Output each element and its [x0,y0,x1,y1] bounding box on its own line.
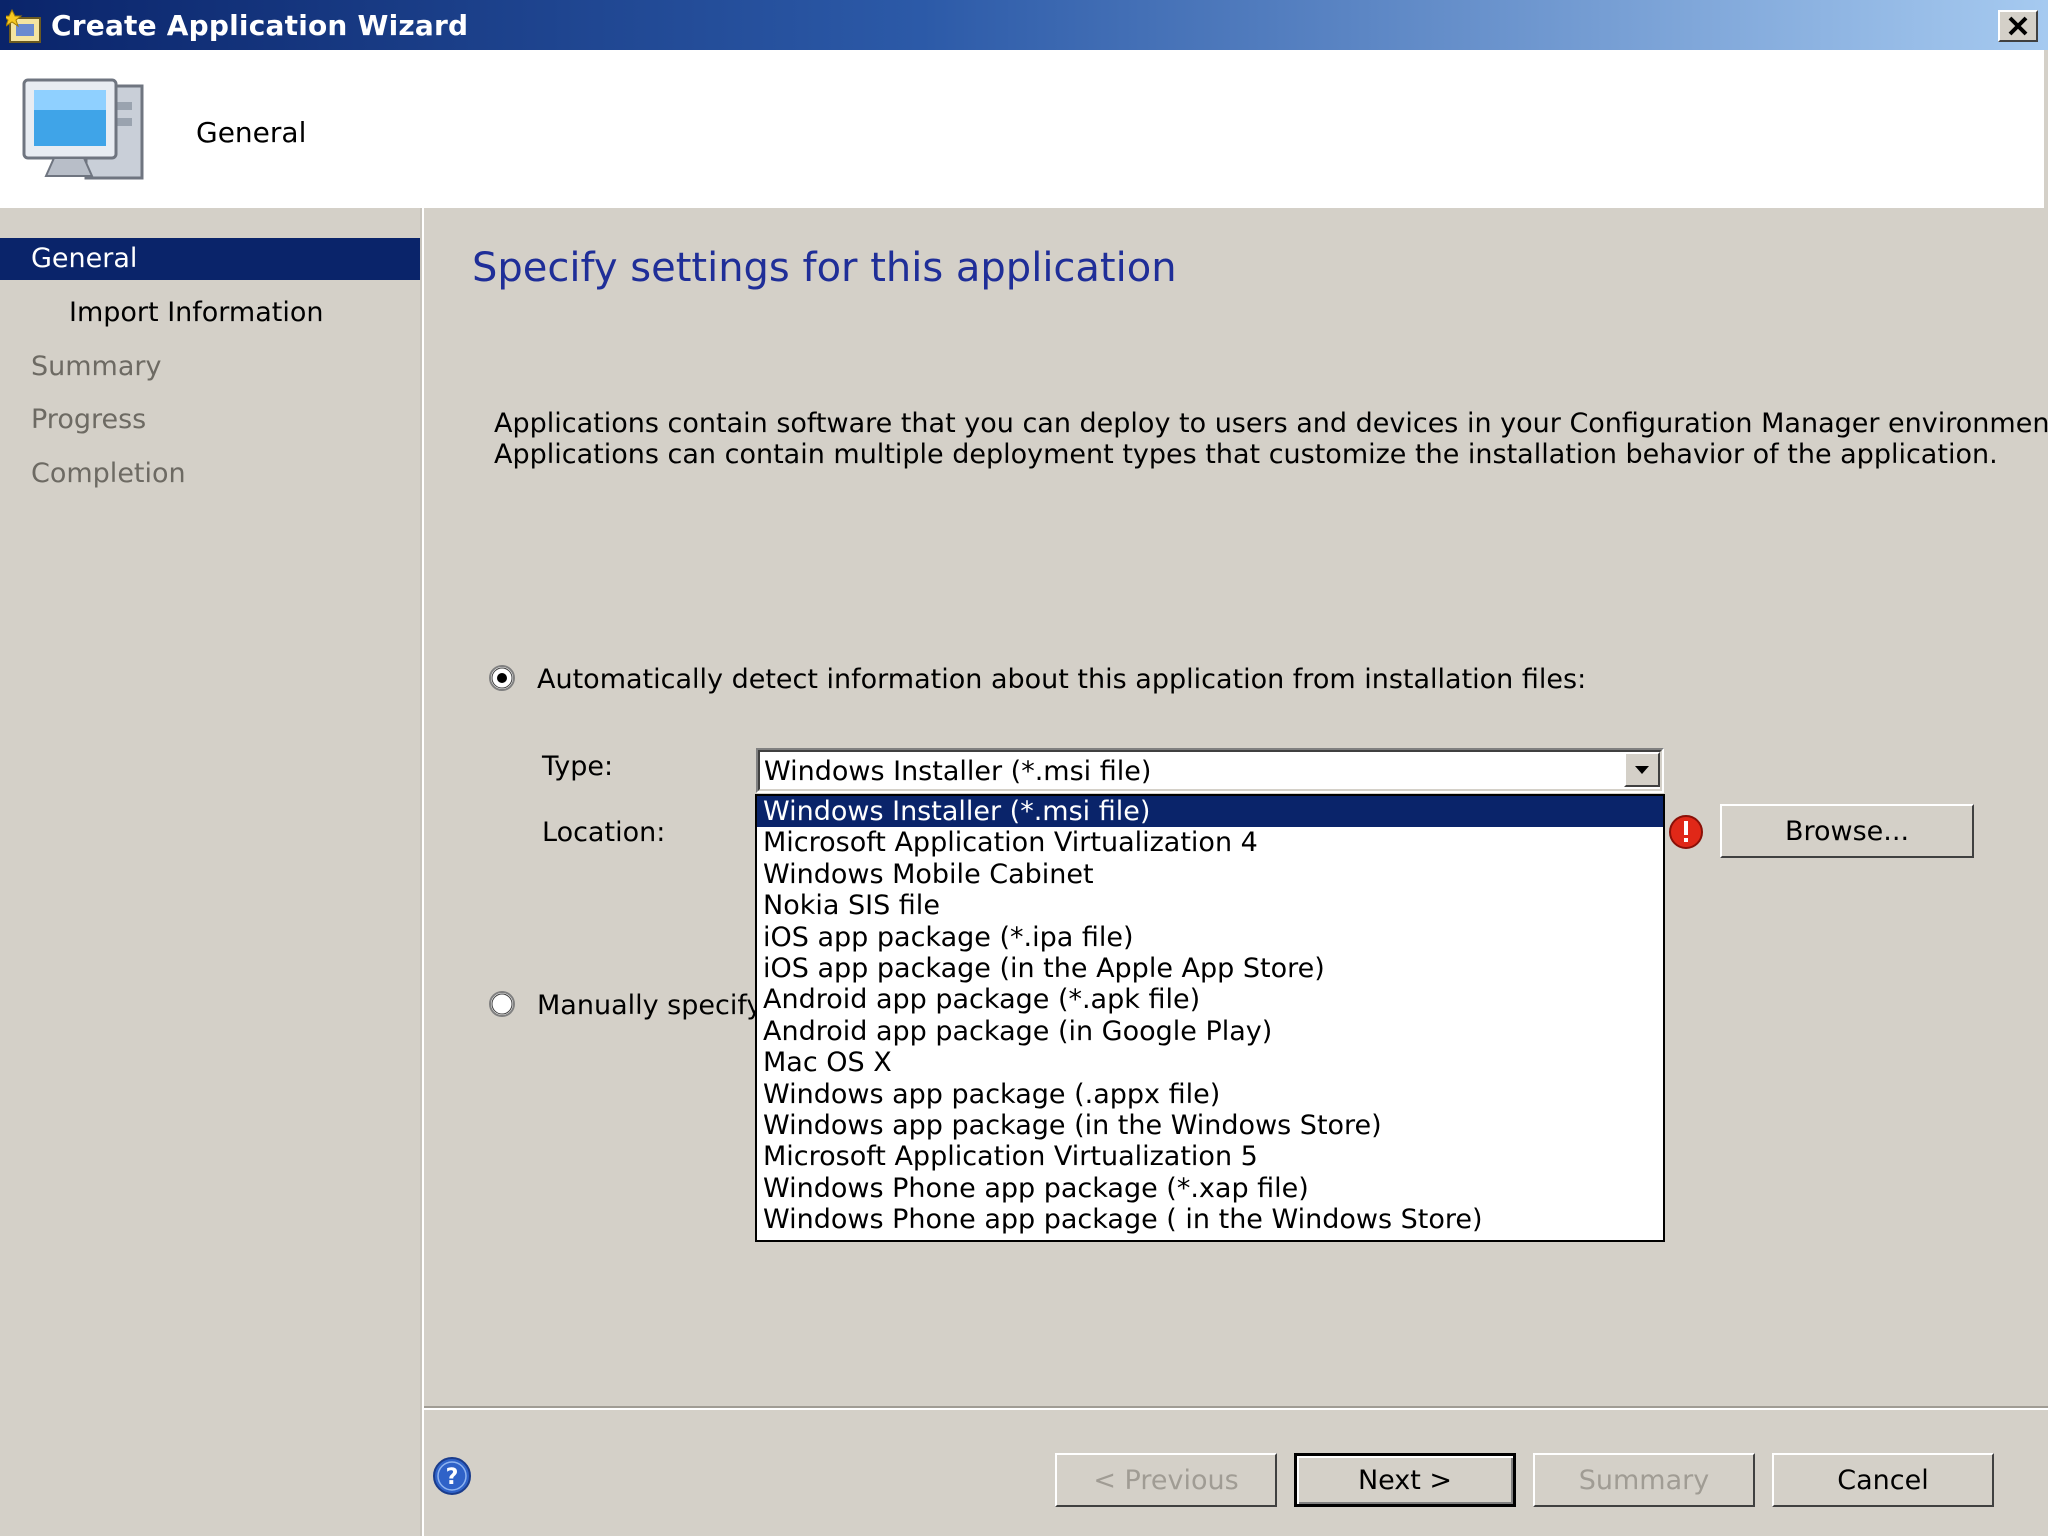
location-label: Location: [542,817,666,848]
type-option[interactable]: iOS app package (*.ipa file) [757,922,1663,953]
close-icon [2008,16,2028,36]
application-wizard-icon [6,8,41,43]
window-title: Create Application Wizard [51,9,469,42]
description-line-2: Applications can contain multiple deploy… [494,439,1998,470]
type-option[interactable]: Android app package (*.apk file) [757,984,1663,1015]
type-option[interactable]: iOS app package (in the Apple App Store) [757,953,1663,984]
auto-detect-radio[interactable] [488,664,516,692]
help-icon[interactable]: ? [432,1456,472,1496]
header-title: General [196,116,307,149]
chevron-down-icon [1635,765,1649,774]
previous-button[interactable]: < Previous [1055,1453,1277,1507]
next-button[interactable]: Next > [1294,1453,1516,1507]
type-option[interactable]: Windows app package (in the Windows Stor… [757,1110,1663,1141]
type-option[interactable]: Mac OS X [757,1047,1663,1078]
svg-text:?: ? [446,1465,459,1490]
type-option[interactable]: Windows app package (.appx file) [757,1079,1663,1110]
error-icon [1669,815,1703,849]
page-title: Specify settings for this application [472,245,1177,291]
auto-detect-label[interactable]: Automatically detect information about t… [537,664,1586,695]
nav-item-general[interactable]: General [0,238,420,280]
type-option[interactable]: Android app package (in Google Play) [757,1016,1663,1047]
nav-item-import-information[interactable]: Import Information [0,292,420,334]
type-dropdown-value: Windows Installer (*.msi file) [764,756,1152,787]
page-description: Applications contain software that you c… [494,408,2048,470]
manual-specify-radio[interactable] [488,990,516,1018]
type-option[interactable]: Windows Mobile Cabinet [757,859,1663,890]
title-bar: Create Application Wizard [0,0,2048,50]
nav-item-progress[interactable]: Progress [0,399,420,441]
type-option[interactable]: Microsoft Application Virtualization 5 [757,1141,1663,1172]
manual-specify-label[interactable]: Manually specify t [537,990,782,1021]
wizard-header: General [0,50,2048,208]
wizard-nav: General Import Information Summary Progr… [0,208,420,1536]
type-option[interactable]: Windows Phone app package ( in the Windo… [757,1204,1663,1235]
type-label: Type: [542,751,614,782]
description-line-1: Applications contain software that you c… [494,408,2048,439]
computer-icon [22,78,144,180]
nav-item-completion[interactable]: Completion [0,453,420,495]
type-dropdown[interactable]: Windows Installer (*.msi file) [756,748,1664,793]
nav-item-summary[interactable]: Summary [0,346,420,388]
type-option[interactable]: Windows Installer (*.msi file) [757,796,1663,828]
type-option[interactable]: Windows Phone app package (*.xap file) [757,1173,1663,1204]
summary-button[interactable]: Summary [1533,1453,1755,1507]
type-option[interactable]: Microsoft Application Virtualization 4 [757,827,1663,858]
type-option[interactable]: Nokia SIS file [757,890,1663,921]
browse-button[interactable]: Browse... [1720,804,1974,858]
cancel-button[interactable]: Cancel [1772,1453,1994,1507]
close-button[interactable] [1998,10,2038,42]
type-dropdown-button[interactable] [1624,752,1660,787]
type-dropdown-list[interactable]: Windows Installer (*.msi file) Microsoft… [755,794,1665,1242]
